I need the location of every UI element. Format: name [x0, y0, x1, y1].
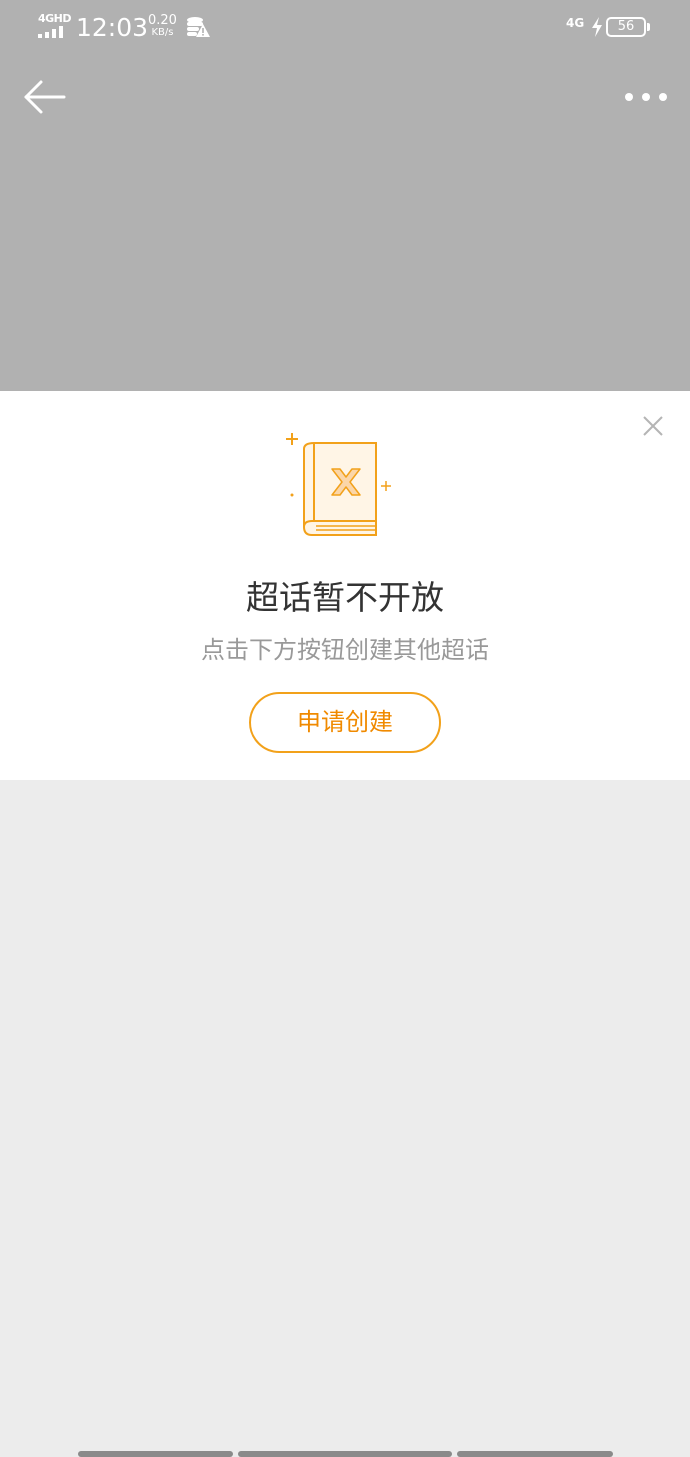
notice-subtitle: 点击下方按钮创建其他超话 [201, 636, 489, 664]
network-type-right: 4G [566, 16, 585, 30]
header-banner: 4GHD 12:03 0.20 KB/s 4G 56 [0, 0, 690, 391]
close-icon[interactable] [638, 411, 668, 441]
status-time: 12:03 [76, 13, 149, 42]
notice-title: 超话暂不开放 [246, 578, 444, 617]
signal-icon [38, 26, 63, 38]
book-error-icon [286, 433, 391, 536]
nav-handle-right [457, 1451, 613, 1457]
battery-level: 56 [606, 17, 646, 37]
charging-icon [592, 17, 602, 37]
network-speed: 0.20 KB/s [148, 13, 177, 39]
apply-create-button[interactable]: 申请创建 [249, 692, 441, 753]
nav-handle-left [78, 1451, 233, 1457]
network-type-label: 4GHD [38, 12, 72, 25]
notice-card: 超话暂不开放 点击下方按钮创建其他超话 申请创建 [0, 391, 690, 780]
status-bar: 4GHD 12:03 0.20 KB/s 4G 56 [0, 0, 690, 56]
network-speed-value: 0.20 [148, 13, 177, 28]
network-speed-unit: KB/s [151, 27, 174, 38]
back-arrow-icon[interactable] [20, 76, 70, 118]
battery-tip [647, 23, 650, 31]
nav-handle-center [238, 1451, 452, 1457]
more-dots-icon[interactable] [620, 82, 672, 112]
data-warning-icon [187, 17, 210, 37]
